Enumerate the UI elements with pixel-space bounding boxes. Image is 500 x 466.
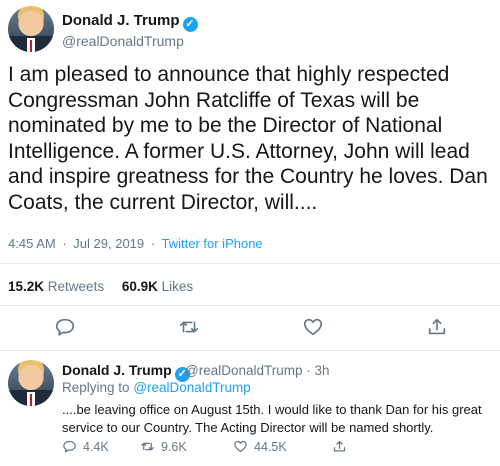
reply-retweet-button[interactable]: 9.6K [140, 439, 187, 454]
tweet-stats: 15.2K Retweets 60.9K Likes [8, 279, 207, 294]
verified-badge-icon: ✓ [182, 17, 198, 32]
tweet-meta: 4:45 AM · Jul 29, 2019 · Twitter for iPh… [8, 236, 263, 251]
reply-separator: · [306, 363, 311, 378]
author-handle[interactable]: @realDonaldTrump [62, 33, 184, 49]
retweet-count: 9.6K [161, 439, 187, 454]
reply-handle[interactable]: @realDonaldTrump [185, 363, 303, 378]
tweet-source-link[interactable]: Twitter for iPhone [162, 236, 263, 251]
reply-handle-meta: @realDonaldTrump · 3h [185, 363, 330, 378]
author-name-text: Donald J. Trump [62, 12, 180, 29]
author-name[interactable]: Donald J. Trump ✓ [62, 12, 198, 32]
meta-separator: · [62, 236, 67, 251]
share-icon [333, 440, 346, 452]
likes-stat[interactable]: 60.9K Likes [122, 279, 193, 294]
reply-author-name-text: Donald J. Trump [62, 362, 172, 378]
reply-share-button[interactable] [332, 439, 353, 454]
tweet-time[interactable]: 4:45 AM [8, 236, 56, 251]
reply-text: ....be leaving office on August 15th. I … [62, 402, 482, 435]
meta-separator: · [150, 236, 156, 251]
reply-like-button[interactable]: 44.5K [233, 439, 287, 454]
retweet-icon[interactable] [178, 316, 200, 338]
like-icon[interactable] [302, 316, 324, 338]
reply-icon[interactable] [54, 316, 76, 338]
reply-author-name[interactable]: Donald J. Trump ✓ [62, 362, 190, 382]
reply-count: 4.4K [83, 439, 109, 454]
divider [0, 305, 500, 306]
replying-to-link[interactable]: @realDonaldTrump [133, 380, 251, 395]
reply-age[interactable]: 3h [315, 363, 330, 378]
retweets-count: 15.2K [8, 279, 45, 294]
reply-reply-button[interactable]: 4.4K [62, 439, 109, 454]
tweet-text: I am pleased to announce that highly res… [8, 63, 488, 214]
divider [0, 350, 500, 351]
retweet-icon [141, 442, 154, 451]
like-count: 44.5K [254, 439, 287, 454]
reply-avatar[interactable] [8, 360, 54, 406]
replying-to-label: Replying to [62, 380, 130, 395]
divider [0, 263, 500, 264]
avatar[interactable] [8, 6, 54, 52]
retweets-label: Retweets [47, 279, 105, 294]
share-icon[interactable] [426, 316, 448, 338]
likes-count: 60.9K [121, 279, 158, 294]
like-icon [234, 440, 247, 453]
retweets-stat[interactable]: 15.2K Retweets [8, 279, 104, 294]
replying-to: Replying to @realDonaldTrump [62, 380, 251, 395]
likes-label: Likes [161, 279, 194, 294]
tweet-date[interactable]: Jul 29, 2019 [73, 236, 144, 251]
reply-icon [63, 440, 76, 453]
